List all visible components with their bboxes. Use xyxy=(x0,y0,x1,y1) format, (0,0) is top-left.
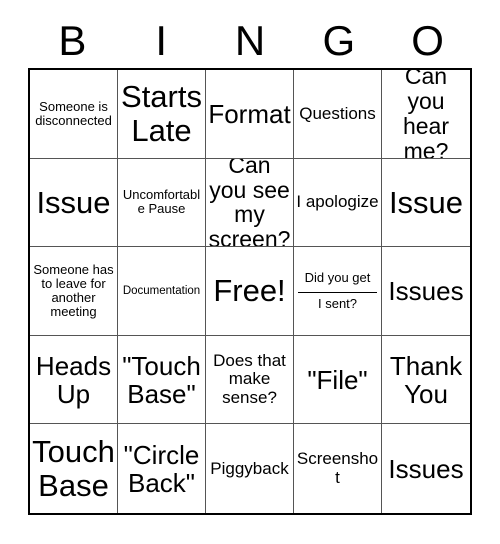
bingo-cell[interactable]: Touch Base xyxy=(30,424,118,513)
bingo-cell[interactable]: Heads Up xyxy=(30,335,118,425)
bingo-cell[interactable]: Can you see my screen? xyxy=(206,158,294,248)
bingo-cell-label: Issues xyxy=(388,453,464,484)
bingo-cell[interactable]: Uncomfortable Pause xyxy=(118,158,206,248)
bingo-cell[interactable]: Questions xyxy=(294,70,382,159)
bingo-cell[interactable]: I apologize xyxy=(294,158,382,248)
bingo-cell[interactable]: Did you get I sent? xyxy=(294,247,382,336)
bingo-cell-label: Someone is disconnected xyxy=(35,98,112,128)
bingo-cell-label: Documentation xyxy=(122,284,201,297)
bingo-cell[interactable]: "Circle Back" xyxy=(118,424,206,513)
bingo-header-letter-i: I xyxy=(155,17,168,64)
bingo-cell-label: Does that make sense? xyxy=(213,351,286,407)
bingo-cell-label: Thank You xyxy=(389,350,463,409)
bingo-cell-label: Someone has to leave for another meeting xyxy=(33,261,114,320)
bingo-cell-label: Issue xyxy=(36,184,111,220)
bingo-grid: Someone is disconnected Starts Late Format… xyxy=(28,68,472,515)
fill-in-the-blank-suffix: I sent? xyxy=(317,295,358,311)
bingo-cell-label: Starts Late xyxy=(121,79,202,148)
bingo-cell[interactable]: Format xyxy=(206,70,294,159)
bingo-header: B I N G O xyxy=(28,14,472,68)
bingo-cell[interactable]: Issues xyxy=(382,247,470,336)
bingo-header-letter-n: N xyxy=(234,17,266,64)
bingo-cell-label: "Touch Base" xyxy=(122,350,201,409)
bingo-cell-label: I apologize xyxy=(296,192,379,212)
bingo-cell[interactable]: "Touch Base" xyxy=(118,335,206,425)
bingo-cell-free[interactable]: Free! xyxy=(206,247,294,336)
bingo-cell-label: Uncomfortable Pause xyxy=(122,187,201,217)
bingo-header-letter-g: G xyxy=(322,17,356,64)
bingo-cell[interactable]: Does that make sense? xyxy=(206,335,294,425)
bingo-cell[interactable]: Screenshot xyxy=(294,424,382,513)
bingo-cell[interactable]: Someone is disconnected xyxy=(30,70,118,159)
bingo-cell-label: "Circle Back" xyxy=(123,439,200,498)
bingo-cell-label: Format xyxy=(208,98,291,129)
bingo-header-letter-o: O xyxy=(411,17,444,64)
bingo-cell[interactable]: Someone has to leave for another meeting xyxy=(30,247,118,336)
bingo-cell-label: Touch Base xyxy=(32,434,115,503)
bingo-cell[interactable]: Piggyback xyxy=(206,424,294,513)
bingo-cell-label: Can you see my screen? xyxy=(208,158,291,248)
bingo-cell-label: Questions xyxy=(299,103,376,123)
fill-in-the-blank-group: Did you get I sent? xyxy=(296,269,379,312)
bingo-cell[interactable]: Issue xyxy=(30,158,118,248)
bingo-cell-label: Free! xyxy=(213,273,286,309)
bingo-cell[interactable]: Issue xyxy=(382,158,470,248)
bingo-cell[interactable]: Starts Late xyxy=(118,70,206,159)
bingo-card: B I N G O Someone is disconnected Starts … xyxy=(0,0,500,544)
bingo-cell[interactable]: Can you hear me? xyxy=(382,70,470,159)
bingo-cell[interactable]: Thank You xyxy=(382,335,470,425)
bingo-cell-label: Can you hear me? xyxy=(402,70,450,159)
bingo-cell-label: Issue xyxy=(388,184,464,220)
bingo-cell-label: Screenshot xyxy=(296,449,379,487)
bingo-cell-label: Issues xyxy=(388,275,464,306)
bingo-header-letter-b: B xyxy=(58,17,87,64)
bingo-cell[interactable]: "File" xyxy=(294,335,382,425)
bingo-cell-label: "File" xyxy=(307,364,368,395)
bingo-cell-label: Piggyback xyxy=(210,458,289,478)
fill-in-the-blank-prompt: Did you get xyxy=(304,269,371,285)
bingo-cell[interactable]: Documentation xyxy=(118,247,206,336)
bingo-cell[interactable]: Issues xyxy=(382,424,470,513)
bingo-cell-label: Heads Up xyxy=(35,350,112,409)
